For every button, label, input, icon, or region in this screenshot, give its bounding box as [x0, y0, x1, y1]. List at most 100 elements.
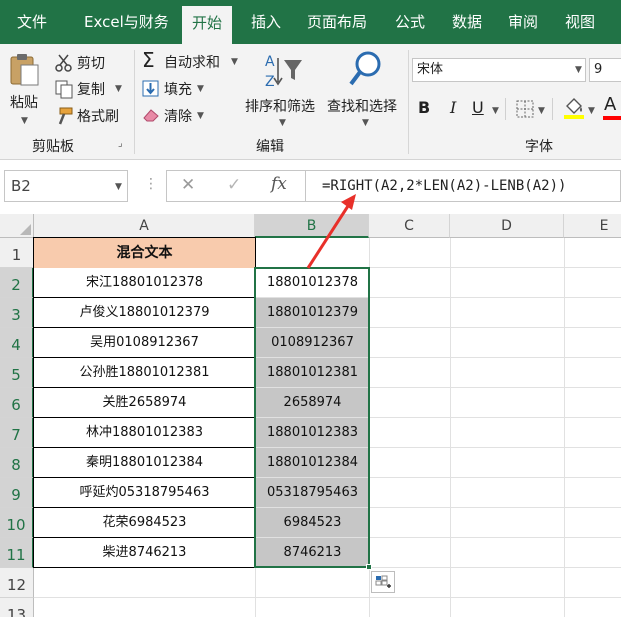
row-header-9[interactable]: 9	[0, 478, 34, 508]
ribbon-tab-bar: 文件 Excel与财务 开始 插入 页面布局 公式 数据 审阅 视图	[0, 0, 621, 44]
font-color-swatch	[603, 116, 621, 120]
tab-formulas[interactable]: 公式	[395, 0, 425, 44]
name-box-value: B2	[11, 177, 31, 195]
column-header-c[interactable]: C	[369, 214, 450, 238]
find-select-label: 查找和选择	[327, 99, 397, 115]
column-header-b[interactable]: B	[255, 214, 369, 238]
fill-handle[interactable]	[366, 564, 372, 570]
cell-b7[interactable]: 18801012383	[256, 418, 369, 447]
sort-filter-icon: A Z	[265, 54, 302, 90]
underline-button[interactable]: U	[472, 98, 484, 117]
font-size-select[interactable]: 9	[589, 58, 621, 82]
copy-button[interactable]: 复制 ▼	[52, 78, 126, 100]
cell-b4[interactable]: 0108912367	[256, 328, 369, 357]
formula-buttons: ✕ ✓ fx	[166, 170, 306, 202]
clear-button[interactable]: 清除 ▼	[140, 104, 210, 126]
group-separator	[134, 50, 135, 154]
autosum-button[interactable]: Σ 自动求和 ▼	[140, 48, 240, 72]
row-header-7[interactable]: 7	[0, 418, 34, 448]
cell-a7[interactable]: 林冲18801012383	[34, 418, 255, 448]
row-header-2[interactable]: 2	[0, 268, 34, 298]
format-painter-button[interactable]: 格式刷	[52, 105, 126, 127]
fill-color-icon[interactable]	[563, 96, 585, 120]
select-all-corner[interactable]	[0, 214, 34, 238]
chevron-down-icon: ▼	[115, 84, 122, 94]
font-color-button[interactable]: A	[604, 94, 616, 115]
cut-button[interactable]: 剪切	[52, 52, 122, 74]
font-group-label: 字体	[525, 139, 553, 155]
cell-a4[interactable]: 吴用0108912367	[34, 328, 255, 358]
row-header-5[interactable]: 5	[0, 358, 34, 388]
paste-label: 粘贴	[10, 95, 38, 111]
name-box[interactable]: B2 ▼	[4, 170, 128, 202]
column-header-a[interactable]: A	[34, 214, 255, 238]
sort-filter-button[interactable]: A Z 排序和筛选 ▼	[244, 50, 324, 134]
row-header-13[interactable]: 13	[0, 598, 34, 617]
insert-function-icon[interactable]: fx	[271, 174, 287, 194]
quick-analysis-button[interactable]	[371, 571, 395, 593]
cell-a2[interactable]: 宋江18801012378	[34, 268, 255, 298]
row-header-4[interactable]: 4	[0, 328, 34, 358]
cell-b10[interactable]: 6984523	[256, 508, 369, 537]
bold-button[interactable]: B	[418, 98, 430, 117]
chevron-down-icon: ▼	[575, 65, 582, 75]
cancel-icon[interactable]: ✕	[181, 175, 195, 195]
tab-data[interactable]: 数据	[452, 0, 482, 44]
cell-b11[interactable]: 8746213	[256, 538, 369, 567]
cell-a1-header[interactable]: 混合文本	[34, 238, 255, 268]
cell-a5[interactable]: 公孙胜18801012381	[34, 358, 255, 388]
toolbar-divider	[552, 98, 553, 120]
cell-a11[interactable]: 柴进8746213	[34, 538, 255, 568]
eraser-icon	[143, 109, 159, 122]
cell-b8[interactable]: 18801012384	[256, 448, 369, 477]
tab-insert[interactable]: 插入	[251, 0, 281, 44]
row-header-11[interactable]: 11	[0, 538, 34, 568]
row-header-3[interactable]: 3	[0, 298, 34, 328]
font-size-value: 9	[594, 62, 603, 77]
font-name-select[interactable]: 宋体 ▼	[412, 58, 586, 82]
cell-b3[interactable]: 18801012379	[256, 298, 369, 327]
row-header-10[interactable]: 10	[0, 508, 34, 538]
sort-filter-label: 排序和筛选	[245, 99, 315, 115]
cell-b9[interactable]: 05318795463	[256, 478, 369, 507]
tab-page-layout[interactable]: 页面布局	[307, 0, 367, 44]
italic-button[interactable]: I	[450, 98, 456, 117]
paste-button[interactable]: 粘贴 ▼	[4, 50, 46, 130]
dialog-launcher-icon[interactable]: ⌟	[118, 138, 123, 149]
fill-button[interactable]: 填充 ▼	[140, 77, 210, 99]
clear-label: 清除	[164, 109, 192, 125]
row-header-1[interactable]: 1	[0, 238, 34, 268]
borders-icon[interactable]	[516, 100, 534, 118]
chevron-down-icon: ▼	[492, 106, 499, 116]
more-options-icon[interactable]: ⋮	[144, 176, 158, 192]
cell-b5[interactable]: 18801012381	[256, 358, 369, 387]
tab-review[interactable]: 审阅	[508, 0, 538, 44]
tab-excel-finance[interactable]: Excel与财务	[84, 0, 169, 44]
cell-a8[interactable]: 秦明18801012384	[34, 448, 255, 478]
cell-a6[interactable]: 关胜2658974	[34, 388, 255, 418]
corner-triangle-icon	[20, 224, 31, 235]
formula-input[interactable]: =RIGHT(A2,2*LEN(A2)-LENB(A2))	[306, 170, 621, 202]
enter-icon[interactable]: ✓	[227, 175, 241, 195]
gridline	[450, 238, 451, 617]
paste-icon	[10, 54, 39, 86]
row-header-8[interactable]: 8	[0, 448, 34, 478]
gridline	[564, 238, 565, 617]
svg-text:A: A	[265, 54, 275, 70]
tab-file[interactable]: 文件	[17, 0, 47, 44]
copy-label: 复制	[77, 82, 105, 98]
tab-home[interactable]: 开始	[182, 6, 233, 44]
cell-a9[interactable]: 呼延灼05318795463	[34, 478, 255, 508]
find-select-button[interactable]: 查找和选择 ▼	[326, 50, 406, 134]
cell-b2[interactable]: 18801012378	[256, 268, 369, 297]
cell-b6[interactable]: 2658974	[256, 388, 369, 417]
column-header-e[interactable]: E	[564, 214, 621, 238]
row-header-6[interactable]: 6	[0, 388, 34, 418]
autosum-label: 自动求和	[164, 55, 220, 71]
cell-a3[interactable]: 卢俊义18801012379	[34, 298, 255, 328]
row-header-12[interactable]: 12	[0, 568, 34, 598]
tab-view[interactable]: 视图	[565, 0, 595, 44]
column-header-d[interactable]: D	[450, 214, 564, 238]
cell-a10[interactable]: 花荣6984523	[34, 508, 255, 538]
gridline	[34, 597, 621, 598]
